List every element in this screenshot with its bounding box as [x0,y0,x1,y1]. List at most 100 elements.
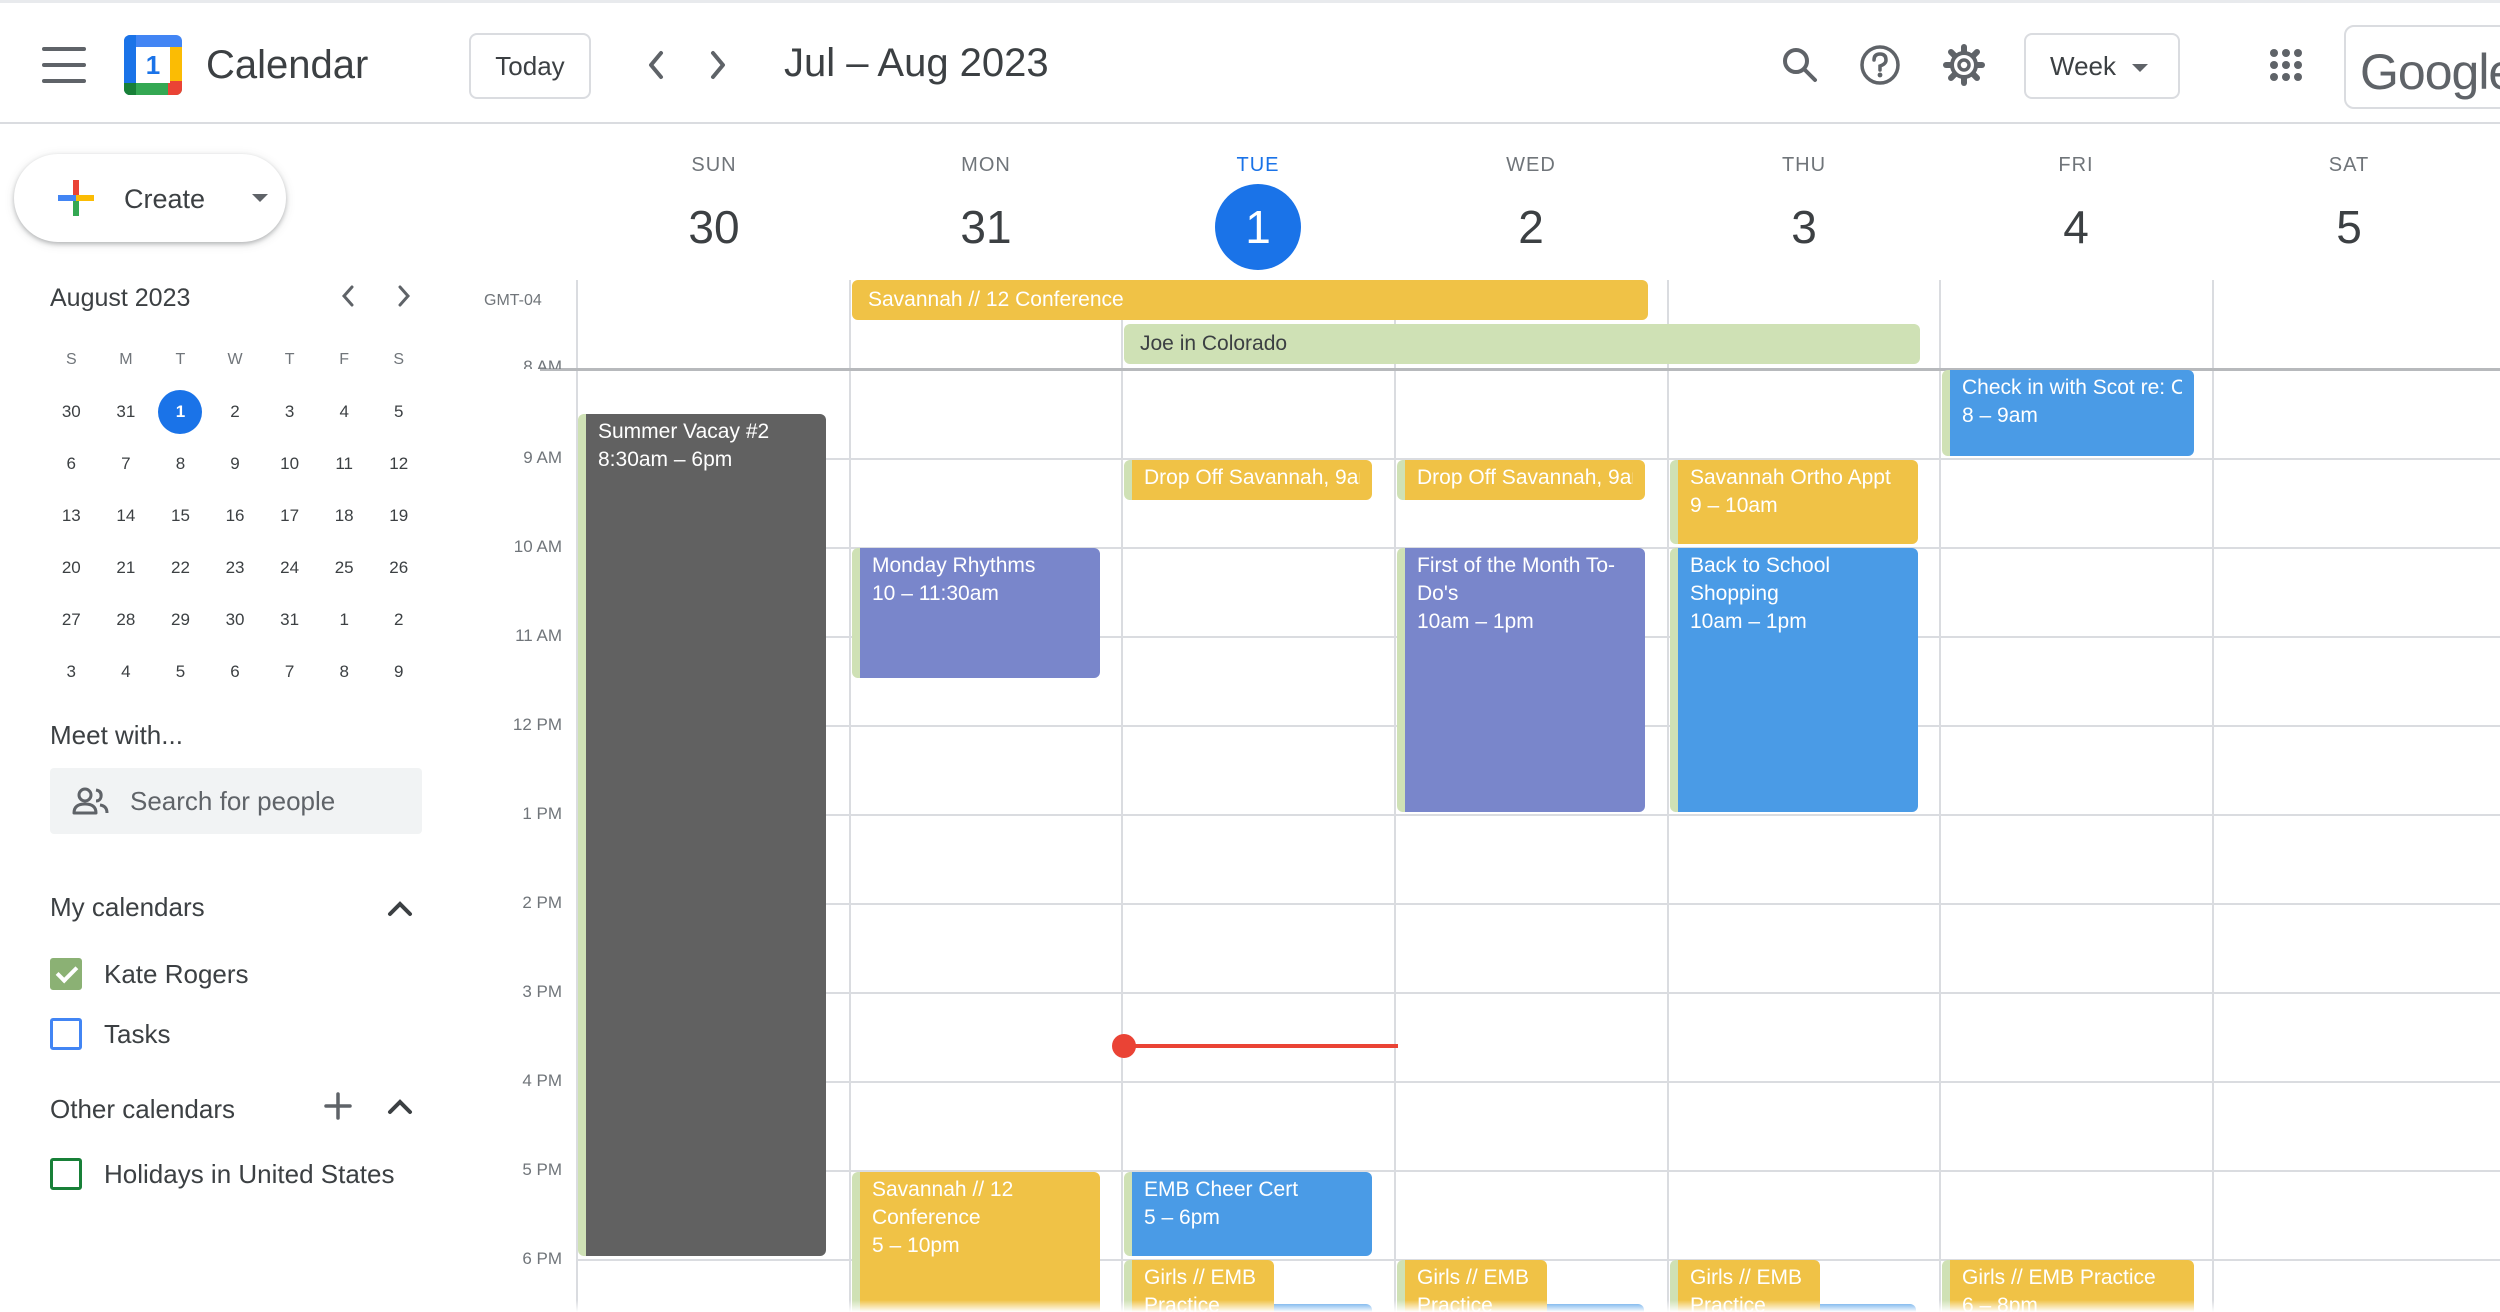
day-number[interactable]: 5 [2306,184,2392,270]
mini-calendar-day[interactable]: 31 [262,598,317,642]
next-week-icon[interactable] [698,45,738,85]
mini-calendar-day[interactable]: 6 [208,650,263,694]
calendar-item-tasks[interactable]: Tasks [50,1014,170,1054]
add-calendar-icon[interactable] [322,1090,354,1122]
create-button[interactable]: Create [14,154,286,242]
calendar-item-kate-rogers[interactable]: Kate Rogers [50,954,249,994]
mini-calendar-day[interactable]: 26 [371,546,426,590]
day-number[interactable]: 3 [1761,184,1847,270]
google-apps-icon[interactable] [2270,49,2302,81]
mini-calendar-day[interactable]: 3 [44,650,99,694]
calendar-logo-icon[interactable]: 1 [124,35,182,95]
event-dropoff-wed[interactable]: Drop Off Savannah, 9am [1397,460,1645,500]
mini-calendar-day[interactable]: 25 [317,546,372,590]
mini-calendar-day[interactable]: 15 [153,494,208,538]
mini-calendar-day[interactable]: 31 [99,390,154,434]
event-monday-rhythms[interactable]: Monday Rhythms 10 – 11:30am [852,548,1100,678]
mini-calendar-day[interactable]: 10 [262,442,317,486]
allday-event-joe-colorado[interactable]: Joe in Colorado [1124,324,1920,364]
mini-calendar-day[interactable]: 27 [44,598,99,642]
mini-calendar-day[interactable]: 28 [99,598,154,642]
event-back-to-school[interactable]: Back to School Shopping 10am – 1pm [1670,548,1918,812]
mini-calendar-day[interactable]: 19 [371,494,426,538]
mini-calendar-day[interactable]: 21 [99,546,154,590]
mini-calendar-day[interactable]: 2 [371,598,426,642]
mini-calendar-day[interactable]: 9 [208,442,263,486]
other-calendars-title[interactable]: Other calendars [50,1094,235,1125]
calendar-checkbox[interactable] [50,1158,82,1190]
mini-calendar-day[interactable]: 8 [317,650,372,694]
day-number[interactable]: 1 [1215,184,1301,270]
search-people-input[interactable]: Search for people [50,768,422,834]
mini-calendar-day[interactable]: 9 [371,650,426,694]
allday-event-conference[interactable]: Savannah // 12 Conference [852,280,1648,320]
event-time: 8 – 9am [1962,404,2038,427]
search-icon[interactable] [1774,39,1826,91]
event-dropoff-tue[interactable]: Drop Off Savannah, 9am [1124,460,1372,500]
event-emb-cheer-cert[interactable]: EMB Cheer Cert 5 – 6pm [1124,1172,1372,1256]
mini-calendar-day[interactable]: 30 [208,598,263,642]
mini-calendar-day[interactable]: 4 [99,650,154,694]
calendar-item-holidays[interactable]: Holidays in United States [50,1154,394,1194]
mini-calendar-day-number: 7 [121,454,131,473]
mini-calendar-day[interactable]: 2 [208,390,263,434]
google-account-logo[interactable]: Google [2344,25,2500,109]
event-time: 8:30am – 6pm [598,448,733,471]
mini-calendar-day[interactable]: 20 [44,546,99,590]
mini-calendar-day[interactable]: 5 [153,650,208,694]
mini-calendar-day[interactable]: 23 [208,546,263,590]
day-number[interactable]: 2 [1488,184,1574,270]
mini-calendar-day[interactable]: 7 [99,442,154,486]
mini-calendar-day[interactable]: 8 [153,442,208,486]
mini-calendar-day[interactable]: 11 [317,442,372,486]
event-summer-vacay[interactable]: Summer Vacay #2 8:30am – 6pm [578,414,826,1256]
help-icon[interactable] [1854,39,1906,91]
mini-calendar-day[interactable]: 7 [262,650,317,694]
weekday-head: T [284,351,295,368]
chevron-up-icon[interactable] [384,892,416,924]
calendar-checkbox[interactable] [50,1018,82,1050]
event-first-of-month[interactable]: First of the Month To-Do's 10am – 1pm [1397,548,1645,812]
mini-calendar-week-row: 20 21 22 23 24 25 26 [44,542,426,594]
mini-calendar-day-number: 12 [389,454,409,473]
previous-week-icon[interactable] [636,45,676,85]
mini-calendar-day[interactable]: 1 [153,390,208,434]
hour-label: 3 PM [522,982,562,1001]
mini-calendar-day[interactable]: 18 [317,494,372,538]
mini-calendar-day[interactable]: 13 [44,494,99,538]
mini-calendar-day[interactable]: 12 [371,442,426,486]
mini-calendar-day[interactable]: 16 [208,494,263,538]
event-check-in-scot[interactable]: Check in with Scot re: C 8 – 9am [1942,370,2194,456]
mini-calendar-day[interactable]: 24 [262,546,317,590]
calendar-name: Holidays in United States [104,1158,395,1189]
day-number[interactable]: 4 [2033,184,2119,270]
mini-next-month-icon[interactable] [386,278,422,314]
mini-calendar-day[interactable]: 22 [153,546,208,590]
mini-calendar-day[interactable]: 1 [317,598,372,642]
main-menu-icon[interactable] [42,47,86,83]
chevron-up-icon[interactable] [384,1090,416,1122]
mini-calendar-day[interactable]: 5 [371,390,426,434]
view-switcher-dropdown[interactable]: Week [2024,33,2180,99]
day-number[interactable]: 31 [943,184,1029,270]
mini-calendar-day[interactable]: 17 [262,494,317,538]
mini-calendar-day[interactable]: 30 [44,390,99,434]
hour-label: 12 PM [512,715,562,734]
mini-calendar-day[interactable]: 29 [153,598,208,642]
calendar-checkbox[interactable] [50,958,82,990]
mini-calendar-day-number: 3 [66,662,77,681]
settings-gear-icon[interactable] [1938,39,1990,91]
day-number[interactable]: 30 [671,184,757,270]
app-title[interactable]: Calendar [206,43,368,88]
date-range-title: Jul – Aug 2023 [784,41,1049,85]
mini-calendar-day[interactable]: 3 [262,390,317,434]
event-conference-mon[interactable]: Savannah // 12 Conference 5 – 10pm [852,1172,1100,1312]
event-ortho-appt[interactable]: Savannah Ortho Appt 9 – 10am [1670,460,1918,544]
logo-day: 1 [136,47,170,83]
my-calendars-title[interactable]: My calendars [50,892,205,923]
mini-calendar-day[interactable]: 4 [317,390,372,434]
mini-calendar-day[interactable]: 6 [44,442,99,486]
mini-prev-month-icon[interactable] [330,278,366,314]
mini-calendar-day[interactable]: 14 [99,494,154,538]
today-button[interactable]: Today [469,33,591,99]
